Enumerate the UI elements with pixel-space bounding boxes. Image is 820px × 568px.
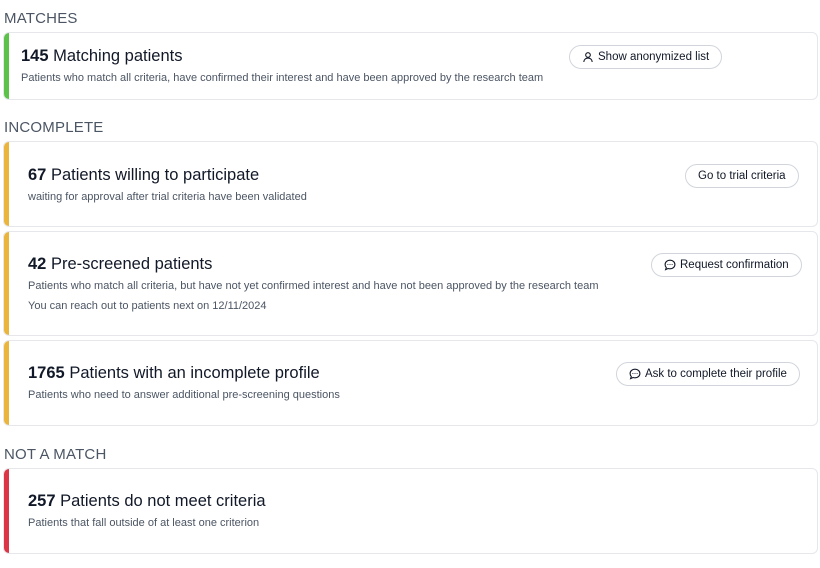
card-title-text: Patients do not meet criteria <box>60 492 266 510</box>
card-title: 145 Matching patients <box>21 47 182 66</box>
chat-bubble-icon <box>664 259 676 271</box>
status-stripe-amber <box>4 142 9 226</box>
card-title-text: Matching patients <box>53 47 183 65</box>
button-label: Ask to complete their profile <box>645 368 787 380</box>
go-to-trial-criteria-button[interactable]: Go to trial criteria <box>685 164 799 188</box>
card-description: Patients that fall outside of at least o… <box>28 517 260 529</box>
status-stripe-amber <box>4 232 9 335</box>
status-stripe-red <box>4 469 9 553</box>
card-patients-willing: 67 Patients willing to participate waiti… <box>3 141 818 227</box>
card-title-text: Pre-screened patients <box>50 255 213 273</box>
card-title-text: Patients with an incomplete profile <box>69 364 320 382</box>
card-description: Patients who match all criteria, have co… <box>21 72 544 84</box>
card-matching-patients: 145 Matching patients Patients who match… <box>3 32 818 100</box>
ask-to-complete-profile-button[interactable]: Ask to complete their profile <box>616 362 800 386</box>
section-title-matches: MATCHES <box>4 10 78 27</box>
card-description: Patients who need to answer additional p… <box>28 389 340 401</box>
patient-count: 1765 <box>28 364 65 382</box>
button-label: Show anonymized list <box>598 51 710 63</box>
card-title: 257 Patients do not meet criteria <box>28 492 266 511</box>
status-stripe-amber <box>4 341 9 425</box>
button-label: Go to trial criteria <box>698 170 786 182</box>
patient-count: 67 <box>28 166 47 184</box>
card-description: waiting for approval after trial criteri… <box>28 191 307 203</box>
card-pre-screened-patients: 42 Pre-screened patients Patients who ma… <box>3 231 818 336</box>
card-not-meet-criteria: 257 Patients do not meet criteria Patien… <box>3 468 818 554</box>
card-title: 1765 Patients with an incomplete profile <box>28 364 320 383</box>
user-icon <box>582 51 594 63</box>
button-label: Request confirmation <box>680 259 789 271</box>
section-title-incomplete: INCOMPLETE <box>4 119 104 136</box>
next-contact-note: You can reach out to patients next on 12… <box>28 300 267 312</box>
section-title-not-a-match: NOT A MATCH <box>4 446 107 463</box>
card-title: 42 Pre-screened patients <box>28 255 212 274</box>
card-description: Patients who match all criteria, but hav… <box>28 280 599 292</box>
chat-bubble-icon <box>629 368 641 380</box>
card-title-text: Patients willing to participate <box>50 166 260 184</box>
patient-count: 42 <box>28 255 47 273</box>
card-incomplete-profile: 1765 Patients with an incomplete profile… <box>3 340 818 426</box>
request-confirmation-button[interactable]: Request confirmation <box>651 253 802 277</box>
card-title: 67 Patients willing to participate <box>28 166 259 185</box>
patient-count: 145 <box>21 47 49 65</box>
patient-count: 257 <box>28 492 56 510</box>
show-anonymized-list-button[interactable]: Show anonymized list <box>569 45 723 69</box>
status-stripe-green <box>4 33 9 99</box>
